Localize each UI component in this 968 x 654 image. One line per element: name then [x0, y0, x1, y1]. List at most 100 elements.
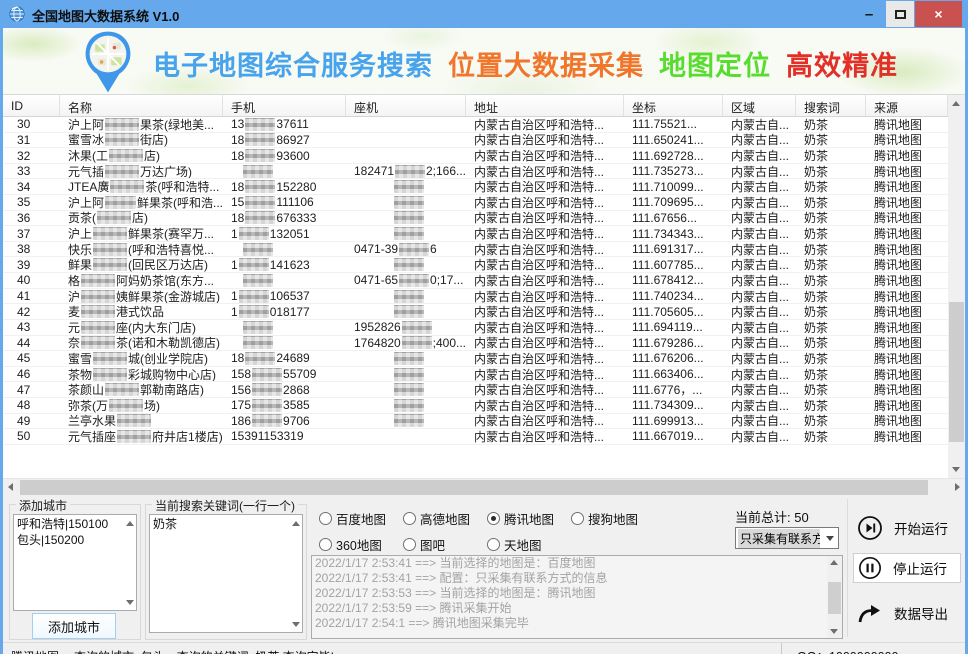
cell-region: 内蒙古自... [723, 414, 796, 429]
cell-name: 奈茶(诺和木勒凯德店) [60, 336, 223, 351]
vscroll-thumb[interactable] [949, 302, 964, 442]
cell-landline [346, 398, 466, 413]
redaction-mosaic [239, 227, 269, 240]
table-row[interactable]: 50元气插座府井店1楼店)15391153319内蒙古自治区呼和浩特...111… [3, 429, 948, 445]
redaction-mosaic [243, 336, 273, 349]
keywords-scroll-down-icon[interactable] [292, 622, 300, 627]
redaction-mosaic [252, 383, 282, 396]
hscroll-thumb[interactable] [20, 480, 928, 495]
cell-keyword: 奶茶 [796, 226, 866, 241]
radio-map-option-6[interactable]: 天地图 [487, 531, 571, 557]
cell-coordinate: 111.740234... [624, 289, 723, 304]
log-output[interactable]: 2022/1/17 2:53:41 ==> 当前选择的地图是：百度地图2022/… [311, 555, 843, 639]
table-row[interactable]: 42麦港式饮品1018177内蒙古自治区呼和浩特...111.705605...… [3, 304, 948, 320]
cell-source: 腾讯地图 [866, 211, 948, 226]
cell-name: JTEA廣茶(呼和浩特... [60, 179, 223, 194]
cell-source: 腾讯地图 [866, 289, 948, 304]
titlebar[interactable]: 全国地图大数据系统 V1.0 – × [0, 0, 968, 28]
minimize-button[interactable]: – [854, 1, 884, 27]
table-row[interactable]: 35沪上阿鲜果茶(呼和浩...15111106内蒙古自治区呼和浩特...111.… [3, 195, 948, 211]
banner-title-0: 电子地图综合服务搜索 [153, 44, 433, 83]
table-row[interactable]: 34JTEA廣茶(呼和浩特...18152280内蒙古自治区呼和浩特...111… [3, 179, 948, 195]
table-row[interactable]: 38快乐(呼和浩特喜悦...0471-396内蒙古自治区呼和浩特...111.6… [3, 242, 948, 258]
radio-label: 360地图 [336, 535, 382, 554]
city-scroll-up-icon[interactable] [126, 521, 134, 526]
table-vertical-scrollbar[interactable] [948, 95, 965, 478]
log-line: 2022/1/17 2:54:1 ==> 腾讯地图采集完毕 [312, 616, 842, 631]
data-table[interactable]: 30沪上阿果茶(绿地美...1337611内蒙古自治区呼和浩特...111.75… [3, 117, 948, 478]
table-row[interactable]: 30沪上阿果茶(绿地美...1337611内蒙古自治区呼和浩特...111.75… [3, 117, 948, 133]
cell-region: 内蒙古自... [723, 257, 796, 272]
cell-id: 32 [3, 148, 60, 163]
log-scrollbar[interactable] [827, 556, 842, 638]
city-scroll-down-icon[interactable] [126, 600, 134, 605]
redaction-mosaic [394, 414, 424, 427]
table-row[interactable]: 36贡茶(店)18676333内蒙古自治区呼和浩特...111.67656...… [3, 211, 948, 227]
table-horizontal-scrollbar[interactable] [3, 478, 965, 495]
city-list-input[interactable]: 呼和浩特|150100 包头|150200 [13, 514, 137, 611]
redaction-mosaic [110, 180, 144, 193]
cell-address: 内蒙古自治区呼和浩特... [466, 398, 624, 413]
table-row[interactable]: 48弥茶(万场)1753585内蒙古自治区呼和浩特...111.734309..… [3, 398, 948, 414]
cell-source: 腾讯地图 [866, 117, 948, 132]
radio-map-option-3[interactable]: 搜狗地图 [571, 505, 655, 531]
radio-map-option-1[interactable]: 高德地图 [403, 505, 487, 531]
col-name[interactable]: 名称 [60, 95, 223, 116]
table-row[interactable]: 44奈茶(诺和木勒凯德店)1764820;400...内蒙古自治区呼和浩特...… [3, 336, 948, 352]
data-export-button[interactable]: 数据导出 [853, 597, 961, 629]
maximize-button[interactable] [886, 1, 914, 27]
cell-coordinate: 111.692728... [624, 148, 723, 163]
collect-filter-value: 只采集有联系方 [738, 529, 820, 548]
table-row[interactable]: 39鲜果(回民区万达店)1141623内蒙古自治区呼和浩特...111.6077… [3, 257, 948, 273]
table-row[interactable]: 47茶颜山郭勒南路店)1562868内蒙古自治区呼和浩特...111.6776，… [3, 382, 948, 398]
col-landline[interactable]: 座机 [346, 95, 466, 116]
col-source[interactable]: 来源 [866, 95, 948, 116]
redaction-mosaic [117, 414, 151, 427]
radio-map-option-2[interactable]: 腾讯地图 [487, 505, 571, 531]
redaction-mosaic [252, 368, 282, 381]
scroll-left-icon[interactable] [8, 483, 13, 491]
col-region[interactable]: 区域 [723, 95, 796, 116]
radio-map-option-0[interactable]: 百度地图 [319, 505, 403, 531]
cell-id: 45 [3, 351, 60, 366]
cell-mobile: 1824689 [223, 351, 346, 366]
table-row[interactable]: 41沪姨鲜果茶(金游城店)1106537内蒙古自治区呼和浩特...111.740… [3, 289, 948, 305]
table-row[interactable]: 49兰亭水果1869706内蒙古自治区呼和浩特...111.699913...内… [3, 414, 948, 430]
scroll-down-icon[interactable] [952, 467, 960, 472]
col-address[interactable]: 地址 [466, 95, 624, 116]
cell-region: 内蒙古自... [723, 304, 796, 319]
col-coordinate[interactable]: 坐标 [624, 95, 723, 116]
table-row[interactable]: 40格阿妈奶茶馆(东方...0471-650;17...内蒙古自治区呼和浩特..… [3, 273, 948, 289]
stop-run-button[interactable]: 停止运行 [853, 553, 961, 583]
keywords-input[interactable]: 奶茶 [149, 514, 303, 633]
close-button[interactable]: × [915, 1, 962, 27]
radio-map-option-5[interactable]: 图吧 [403, 531, 487, 557]
log-scroll-thumb[interactable] [828, 582, 841, 614]
table-row[interactable]: 45蜜雪城(创业学院店)1824689内蒙古自治区呼和浩特...111.6762… [3, 351, 948, 367]
radio-label: 图吧 [420, 535, 445, 554]
table-row[interactable]: 32沐果(工店)1893600内蒙古自治区呼和浩特...111.692728..… [3, 148, 948, 164]
col-id[interactable]: ID [3, 95, 60, 116]
table-row[interactable]: 46茶物彩城购物中心店)15855709内蒙古自治区呼和浩特...111.663… [3, 367, 948, 383]
cell-mobile: 1141623 [223, 257, 346, 272]
table-row[interactable]: 43元座(内大东门店)1952826内蒙古自治区呼和浩特...111.69411… [3, 320, 948, 336]
collect-filter-select[interactable]: 只采集有联系方 [735, 527, 839, 549]
cell-name: 蜜雪冰街店) [60, 133, 223, 148]
scroll-up-icon[interactable] [952, 101, 960, 106]
start-run-button[interactable]: 开始运行 [853, 512, 961, 544]
cell-address: 内蒙古自治区呼和浩特... [466, 179, 624, 194]
log-scroll-up-icon[interactable] [830, 560, 838, 565]
radio-icon [319, 538, 332, 551]
log-scroll-down-icon[interactable] [830, 629, 838, 634]
keywords-scroll-up-icon[interactable] [292, 521, 300, 526]
table-row[interactable]: 31蜜雪冰街店)1886927内蒙古自治区呼和浩特...111.650241..… [3, 133, 948, 149]
col-keyword[interactable]: 搜索词 [796, 95, 866, 116]
radio-map-option-4[interactable]: 360地图 [319, 531, 403, 557]
table-row[interactable]: 33元气插万达广场)1824712;166...内蒙古自治区呼和浩特...111… [3, 164, 948, 180]
scroll-right-icon[interactable] [955, 483, 960, 491]
col-mobile[interactable]: 手机 [223, 95, 346, 116]
cell-name: 沐果(工店) [60, 148, 223, 163]
add-city-button[interactable]: 添加城市 [32, 613, 116, 639]
table-row[interactable]: 37沪上鲜果茶(赛罕万...1132051内蒙古自治区呼和浩特...111.73… [3, 226, 948, 242]
redaction-mosaic [394, 399, 424, 412]
